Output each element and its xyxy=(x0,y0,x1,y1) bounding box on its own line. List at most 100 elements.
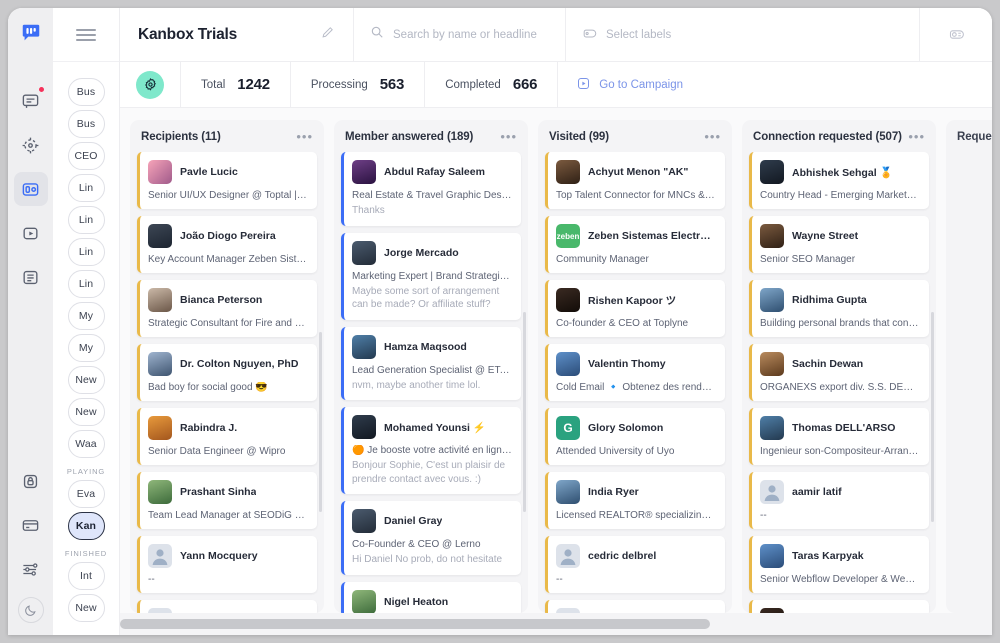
more-horizontal-icon[interactable]: ••• xyxy=(908,130,925,143)
sidebar-item[interactable]: My xyxy=(67,302,105,330)
sidebar-item[interactable]: CEO xyxy=(67,142,105,170)
kanban-icon[interactable] xyxy=(13,172,48,206)
board-card[interactable]: Yann Mocquery -- xyxy=(137,536,317,593)
sidebar-item-int[interactable]: Int xyxy=(67,562,105,590)
stat-label: Total xyxy=(201,78,226,91)
board-card[interactable]: Pavle Lucic Senior UI/UX Designer @ Topt… xyxy=(137,152,317,209)
column-scrollbar[interactable] xyxy=(523,312,526,512)
card-name: Hamza Maqsood xyxy=(384,340,467,353)
column-cards[interactable]: Abdul Rafay Saleem Real Estate & Travel … xyxy=(334,152,528,613)
sidebar-item[interactable]: New xyxy=(67,398,105,426)
sidebar-item-kan[interactable]: Kan xyxy=(67,512,105,540)
board-card[interactable]: Sarika Nikam xyxy=(545,600,725,613)
play-square-icon[interactable] xyxy=(14,216,48,250)
board-card[interactable]: Ridhima Gupta Building personal brands t… xyxy=(749,280,929,337)
lock-icon[interactable] xyxy=(14,464,48,498)
board-card[interactable]: Rabah Aït Hamadouche xyxy=(137,600,317,613)
settings-group[interactable] xyxy=(120,62,180,107)
go-to-campaign-button[interactable]: Go to Campaign xyxy=(557,62,701,107)
search-input[interactable] xyxy=(393,28,549,41)
column-scrollbar[interactable] xyxy=(319,332,322,512)
scrollbar-thumb[interactable] xyxy=(120,619,710,629)
sidebar-item[interactable]: New xyxy=(67,366,105,394)
board-card[interactable]: Rishen Kapoor ツ Co-founder & CEO at Topl… xyxy=(545,280,725,337)
board-card[interactable]: G Glory Solomon Attended University of Uy… xyxy=(545,408,725,465)
kanbox-logo-icon[interactable] xyxy=(20,22,42,49)
board-card[interactable]: Yovan Gié 🦅 xyxy=(749,600,929,613)
board-card[interactable]: Dr. Colton Nguyen, PhD Bad boy for socia… xyxy=(137,344,317,401)
board-card[interactable]: Sachin Dewan ORGANEXS export div. S.S. D… xyxy=(749,344,929,401)
board-card[interactable]: aamir latif -- xyxy=(749,472,929,529)
sliders-icon[interactable] xyxy=(14,552,48,586)
sidebar-item[interactable]: Lin xyxy=(67,206,105,234)
gear-icon[interactable] xyxy=(136,70,164,99)
sidebar-item[interactable]: Lin xyxy=(67,270,105,298)
board-card[interactable]: cedric delbrel -- xyxy=(545,536,725,593)
column-cards[interactable] xyxy=(946,152,992,613)
avatar xyxy=(148,160,172,184)
card-message: Maybe some sort of arrangement can be ma… xyxy=(352,285,500,311)
stat-processing: Processing 563 xyxy=(289,62,424,107)
column-cards[interactable]: Pavle Lucic Senior UI/UX Designer @ Topt… xyxy=(130,152,324,613)
avatar-placeholder-icon xyxy=(556,544,580,568)
sidebar-item-new[interactable]: New xyxy=(67,594,105,622)
board-card[interactable]: Thomas DELL'ARSO Ingenieur son-Composite… xyxy=(749,408,929,465)
board-card[interactable]: Achyut Menon "AK" Top Talent Connector f… xyxy=(545,152,725,209)
kanban-board[interactable]: Recipients (11) ••• Pavle Lucic Senior U… xyxy=(120,108,992,613)
avatar xyxy=(760,224,784,248)
card-name: Yann Mocquery xyxy=(180,550,258,562)
board-card[interactable]: Taras Karpyak Senior Webflow Developer &… xyxy=(749,536,929,593)
board-card[interactable]: Bianca Peterson Strategic Consultant for… xyxy=(137,280,317,337)
search-group[interactable] xyxy=(354,8,566,61)
board-card[interactable]: zeben Zeben Sistemas Electrón... Communit… xyxy=(545,216,725,273)
column-scrollbar[interactable] xyxy=(931,312,934,522)
sidebar-item[interactable]: Bus xyxy=(67,110,105,138)
board-card[interactable]: Abdul Rafay Saleem Real Estate & Travel … xyxy=(341,152,521,226)
column-cards[interactable]: Abhishek Sehgal 🏅 Country Head - Emergin… xyxy=(742,152,936,613)
board-card[interactable]: Daniel Gray Co-Founder & CEO @ Lerno Hi … xyxy=(341,501,521,575)
stat-value: 563 xyxy=(379,76,405,93)
board-card[interactable]: Abhishek Sehgal 🏅 Country Head - Emergin… xyxy=(749,152,929,209)
sidebar-item[interactable]: Waa xyxy=(67,430,105,458)
labels-select[interactable]: Select labels xyxy=(566,8,920,61)
avatar xyxy=(556,352,580,376)
column-cards[interactable]: Achyut Menon "AK" Top Talent Connector f… xyxy=(538,152,732,613)
sidebar-item[interactable]: Lin xyxy=(67,174,105,202)
hamburger-icon[interactable] xyxy=(76,26,96,44)
card-name: Mohamed Younsi ⚡ xyxy=(384,421,486,434)
board-card[interactable]: Prashant Sinha Team Lead Manager at SEOD… xyxy=(137,472,317,529)
board-card[interactable]: João Diogo Pereira Key Account Manager Z… xyxy=(137,216,317,273)
board-card[interactable]: Mohamed Younsi ⚡ 🟠 Je booste votre activ… xyxy=(341,407,521,494)
more-horizontal-icon[interactable]: ••• xyxy=(296,130,313,143)
sidebar-list[interactable]: Bus Bus CEO Lin Lin Lin Lin My My New Ne… xyxy=(53,62,119,635)
more-horizontal-icon[interactable]: ••• xyxy=(500,130,517,143)
target-icon[interactable] xyxy=(14,128,48,162)
avatar xyxy=(352,509,376,533)
stat-value: 666 xyxy=(512,76,538,93)
pencil-icon[interactable] xyxy=(320,25,335,45)
sidebar-item-eva[interactable]: Eva xyxy=(67,480,105,508)
more-horizontal-icon[interactable]: ••• xyxy=(704,130,721,143)
card-name: Jorge Mercado xyxy=(384,246,459,259)
board-card[interactable]: Jorge Mercado Marketing Expert | Brand S… xyxy=(341,232,521,320)
card-headline: -- xyxy=(148,574,155,585)
board-horizontal-scrollbar[interactable] xyxy=(120,613,992,635)
card-name: Thomas DELL'ARSO xyxy=(792,422,896,434)
sidebar-item[interactable]: Lin xyxy=(67,238,105,266)
credit-card-icon[interactable] xyxy=(14,508,48,542)
board-card[interactable]: Hamza Maqsood Lead Generation Specialist… xyxy=(341,326,521,400)
moon-icon[interactable] xyxy=(17,597,44,623)
board-card[interactable]: Valentin Thomy Cold Email 🔹 Obtenez des … xyxy=(545,344,725,401)
board-column-member-answered: Member answered (189) ••• Abdul Rafay Sa… xyxy=(334,120,528,613)
board-card[interactable]: India Ryer Licensed REALTOR® specializin… xyxy=(545,472,725,529)
board-card[interactable]: Nigel Heaton Founder & Owner at Cleverso… xyxy=(341,581,521,613)
board-card[interactable]: Wayne Street Senior SEO Manager xyxy=(749,216,929,273)
view-toggle-icon[interactable] xyxy=(920,8,992,61)
card-headline: Team Lead Manager at SEODiG - Dig... xyxy=(148,510,308,521)
board-card[interactable]: Rabindra J. Senior Data Engineer @ Wipro xyxy=(137,408,317,465)
sidebar-item[interactable]: My xyxy=(67,334,105,362)
sidebar-toggle[interactable] xyxy=(53,8,119,62)
messages-icon[interactable] xyxy=(14,84,48,118)
document-icon[interactable] xyxy=(14,260,48,294)
sidebar-item[interactable]: Bus xyxy=(67,78,105,106)
